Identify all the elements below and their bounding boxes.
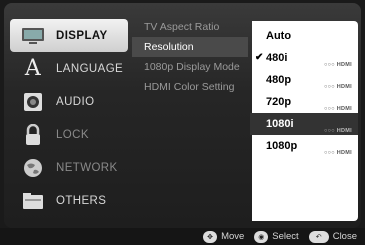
return-icon: ↶ xyxy=(308,230,329,243)
menu-item-label: NETWORK xyxy=(56,161,118,174)
setup-screen: DISPLAY A LANGUAGE AUDIO LOCK NETWORK OT… xyxy=(4,3,361,228)
hint-select: ◉ Select xyxy=(254,230,299,243)
hint-move: ✥ Move xyxy=(203,230,245,243)
menu-item-audio[interactable]: AUDIO xyxy=(10,85,128,118)
lock-icon xyxy=(20,123,46,146)
hdmi-tag: ○○○ HDMI xyxy=(324,150,352,156)
option-720p[interactable]: 720p ○○○ HDMI xyxy=(252,91,358,113)
setting-1080p-display-mode[interactable]: 1080p Display Mode xyxy=(132,57,248,77)
option-label: 1080i xyxy=(266,118,294,130)
option-label: 480i xyxy=(266,52,288,64)
menu-item-network[interactable]: NETWORK xyxy=(10,151,128,184)
option-label: 480p xyxy=(266,74,292,86)
hint-select-label: Select xyxy=(272,231,299,242)
language-icon: A xyxy=(24,56,42,81)
menu-item-label: AUDIO xyxy=(56,95,95,108)
hint-move-label: Move xyxy=(221,231,245,242)
checkmark-icon: ✔ xyxy=(255,52,264,63)
setting-resolution[interactable]: Resolution xyxy=(132,37,248,57)
option-480i[interactable]: ✔ 480i ○○○ HDMI xyxy=(252,47,358,69)
option-480p[interactable]: 480p ○○○ HDMI xyxy=(252,69,358,91)
option-1080p[interactable]: 1080p ○○○ HDMI xyxy=(252,135,358,157)
menu-item-label: DISPLAY xyxy=(56,29,108,42)
option-auto[interactable]: Auto xyxy=(252,25,358,47)
speaker-icon xyxy=(20,91,46,113)
enter-button-icon: ◉ xyxy=(254,230,269,243)
button-hint-bar: ✥ Move ◉ Select ↶ Close xyxy=(0,228,365,245)
dpad-icon: ✥ xyxy=(203,230,218,243)
menu-item-lock[interactable]: LOCK xyxy=(10,118,128,151)
option-label: Auto xyxy=(266,30,292,42)
resolution-options-panel: Auto ✔ 480i ○○○ HDMI 480p ○○○ HDMI 720p … xyxy=(250,21,358,221)
display-settings-list: TV Aspect Ratio Resolution 1080p Display… xyxy=(132,17,248,217)
option-label: 1080p xyxy=(266,140,298,152)
setting-hdmi-color-setting[interactable]: HDMI Color Setting xyxy=(132,77,248,97)
globe-icon xyxy=(20,157,46,179)
option-1080i[interactable]: 1080i ○○○ HDMI xyxy=(250,113,358,135)
menu-item-display[interactable]: DISPLAY xyxy=(10,19,128,52)
hint-close-label: Close xyxy=(332,231,357,242)
menu-item-others[interactable]: OTHERS xyxy=(10,184,128,217)
menu-item-language[interactable]: A LANGUAGE xyxy=(10,52,128,85)
menu-item-label: LANGUAGE xyxy=(56,62,124,75)
menu-item-label: LOCK xyxy=(56,128,89,141)
menu-item-label: OTHERS xyxy=(56,194,107,207)
setup-category-menu: DISPLAY A LANGUAGE AUDIO LOCK NETWORK OT… xyxy=(10,19,128,217)
setting-tv-aspect-ratio[interactable]: TV Aspect Ratio xyxy=(132,17,248,37)
tv-icon xyxy=(20,25,46,47)
folder-icon xyxy=(20,190,46,212)
option-label: 720p xyxy=(266,96,292,108)
hint-close: ↶ Close xyxy=(308,230,357,243)
